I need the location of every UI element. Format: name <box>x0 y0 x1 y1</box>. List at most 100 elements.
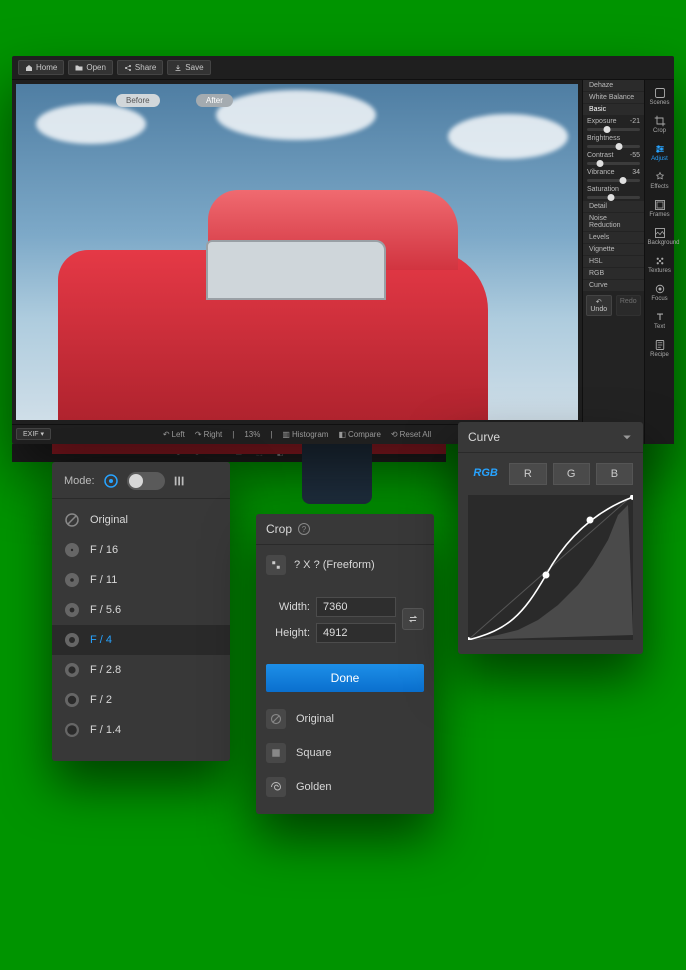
crop-ratio-item[interactable]: Square <box>256 736 434 770</box>
curve-channel-g[interactable]: G <box>553 463 590 485</box>
crop-width-input[interactable] <box>316 597 396 617</box>
adjust-section[interactable]: Basic <box>583 104 644 115</box>
save-button[interactable]: Save <box>167 60 210 75</box>
curve-point[interactable] <box>543 572 550 579</box>
rotate-right-button[interactable]: ↷ Right <box>195 430 222 439</box>
scenes-icon <box>654 87 666 99</box>
curve-graph[interactable] <box>468 495 633 640</box>
linear-mode-icon[interactable] <box>173 474 187 488</box>
download-icon <box>174 64 182 72</box>
background-icon <box>654 227 666 239</box>
adjust-section[interactable]: Noise Reduction <box>583 213 644 231</box>
aperture-item[interactable]: Original <box>52 505 230 535</box>
toolrail-focus[interactable]: Focus <box>648 280 672 305</box>
aperture-item[interactable]: F / 16 <box>52 535 230 565</box>
aperture-item[interactable]: F / 4 <box>52 625 230 655</box>
curve-panel: Curve RGB RGB <box>458 422 643 654</box>
adjust-section[interactable]: Dehaze <box>583 80 644 91</box>
radial-mode-icon[interactable] <box>103 473 119 489</box>
crop-help-icon[interactable]: ? <box>298 523 310 535</box>
freeform-icon[interactable] <box>266 555 286 575</box>
aperture-panel: Mode: OriginalF / 16F / 11F / 5.6F / 4F … <box>52 462 230 761</box>
home-button[interactable]: Home <box>18 60 64 75</box>
before-badge: Before <box>116 94 160 107</box>
freeform-label: ? X ? (Freeform) <box>294 559 375 571</box>
adjust-slider[interactable]: Brightness <box>583 133 644 150</box>
toolrail-crop[interactable]: Crop <box>648 112 672 137</box>
text-icon <box>654 311 666 323</box>
frames-icon <box>654 199 666 211</box>
slider-thumb[interactable] <box>607 194 614 201</box>
crop-ratio-item[interactable]: Original <box>256 702 434 736</box>
aperture-icon <box>64 572 80 588</box>
reset-all-button[interactable]: ⟲ Reset All <box>391 430 431 439</box>
slider-thumb[interactable] <box>604 126 611 133</box>
collapse-icon[interactable] <box>621 431 633 443</box>
share-label: Share <box>135 63 156 72</box>
aperture-icon <box>64 662 80 678</box>
aperture-item[interactable]: F / 2 <box>52 685 230 715</box>
slider-thumb[interactable] <box>620 177 627 184</box>
save-label: Save <box>185 63 203 72</box>
compare-toggle[interactable]: ◧ Compare <box>338 430 380 439</box>
adjust-slider[interactable]: Saturation <box>583 184 644 201</box>
toolrail-adjust[interactable]: Adjust <box>648 140 672 165</box>
aperture-icon <box>64 512 80 528</box>
swap-dimensions-button[interactable] <box>402 608 424 630</box>
curve-title: Curve <box>468 430 500 444</box>
height-label: Height: <box>266 627 310 639</box>
photo-canvas[interactable]: Before After <box>16 84 578 420</box>
curve-point[interactable] <box>630 495 633 500</box>
adjust-section[interactable]: Curve <box>583 280 644 291</box>
ratio-icon <box>266 709 286 729</box>
curve-point[interactable] <box>587 517 594 524</box>
adjust-section[interactable]: Levels <box>583 232 644 243</box>
zoom-level[interactable]: 13% <box>244 430 260 439</box>
aperture-item[interactable]: F / 1.4 <box>52 715 230 745</box>
adjust-slider[interactable]: Contrast-55 <box>583 150 644 167</box>
adjust-section[interactable]: White Balance <box>583 92 644 103</box>
toolrail-recipe[interactable]: Recipe <box>648 336 672 361</box>
folder-icon <box>75 64 83 72</box>
adjust-section[interactable]: Vignette <box>583 244 644 255</box>
toolrail-text[interactable]: Text <box>648 308 672 333</box>
toolrail-frames[interactable]: Frames <box>648 196 672 221</box>
curve-channel-b[interactable]: B <box>596 463 633 485</box>
exif-button[interactable]: EXIF ▾ <box>16 428 51 440</box>
adjust-section[interactable]: Detail <box>583 201 644 212</box>
crop-done-button[interactable]: Done <box>266 664 424 692</box>
crop-height-input[interactable] <box>316 623 396 643</box>
photo-cloud <box>216 90 376 140</box>
aperture-icon <box>64 542 80 558</box>
crop-title: Crop <box>266 522 292 536</box>
aperture-item[interactable]: F / 5.6 <box>52 595 230 625</box>
recipe-icon <box>654 339 666 351</box>
rotate-left-button[interactable]: ↶ Left <box>163 430 185 439</box>
curve-channel-r[interactable]: R <box>509 463 546 485</box>
adjust-slider[interactable]: Vibrance34 <box>583 167 644 184</box>
toolrail-background[interactable]: Background <box>648 224 672 249</box>
redo-button[interactable]: Redo <box>616 295 642 316</box>
ratio-icon <box>266 777 286 797</box>
crop-ratio-item[interactable]: Golden <box>256 770 434 804</box>
adjust-section[interactable]: RGB <box>583 268 644 279</box>
right-tool-rail: Scenes Crop Adjust Effects Frames Background T… <box>644 80 674 444</box>
curve-channel-rgb[interactable]: RGB <box>468 463 503 485</box>
toolrail-textures[interactable]: Textures <box>648 252 672 277</box>
open-button[interactable]: Open <box>68 60 113 75</box>
aperture-item[interactable]: F / 11 <box>52 565 230 595</box>
width-label: Width: <box>266 601 310 613</box>
slider-thumb[interactable] <box>597 160 604 167</box>
photo-legs <box>302 444 372 504</box>
aperture-item[interactable]: F / 2.8 <box>52 655 230 685</box>
share-button[interactable]: Share <box>117 60 163 75</box>
undo-button[interactable]: ↶ Undo <box>586 295 612 316</box>
toolrail-effects[interactable]: Effects <box>648 168 672 193</box>
mode-toggle[interactable] <box>127 472 165 490</box>
slider-thumb[interactable] <box>615 143 622 150</box>
adjust-section[interactable]: HSL <box>583 256 644 267</box>
toolrail-scenes[interactable]: Scenes <box>648 84 672 109</box>
histogram-toggle[interactable]: ▥ Histogram <box>282 430 328 439</box>
adjust-slider[interactable]: Exposure-21 <box>583 116 644 133</box>
effects-icon <box>654 171 666 183</box>
